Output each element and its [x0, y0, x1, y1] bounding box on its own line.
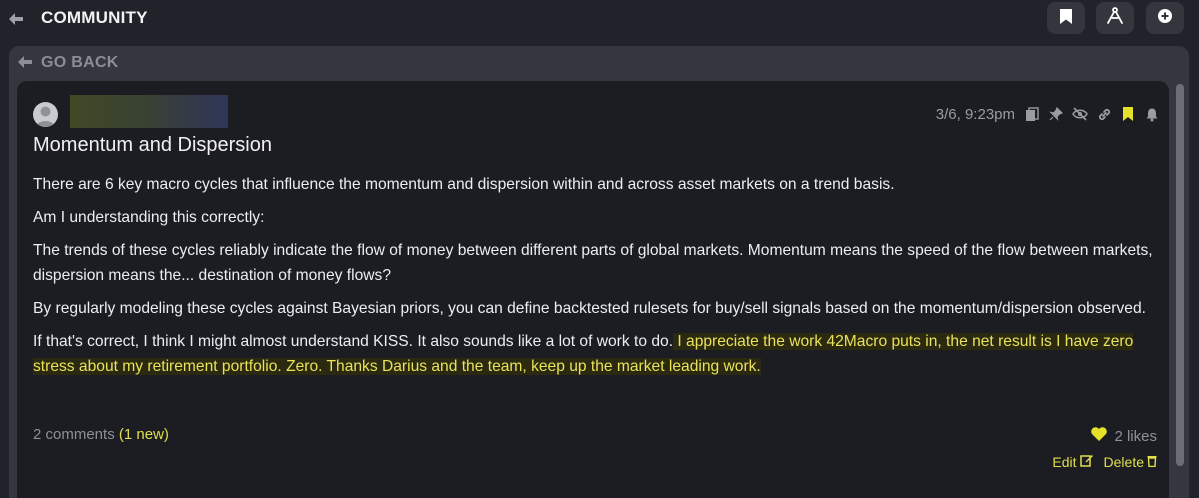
likes-count: 2 likes [1114, 427, 1157, 445]
link-icon[interactable] [1095, 105, 1113, 123]
post-timestamp: 3/6, 9:23pm [935, 105, 1015, 123]
new-post-button[interactable] [1146, 2, 1184, 34]
bookmark-icon [1059, 8, 1073, 29]
avatar[interactable] [33, 102, 58, 127]
compass-tool-icon [1106, 7, 1124, 29]
tools-button[interactable] [1096, 2, 1134, 34]
top-bar: COMMUNITY [0, 0, 1199, 38]
comments-new-badge: (1 new) [118, 426, 169, 443]
go-back-label: GO BACK [41, 54, 119, 71]
arrow-left-icon[interactable] [8, 11, 24, 25]
post-paragraph: The trends of these cycles reliably indi… [33, 242, 1153, 284]
post-text: If that's correct, I think I might almos… [33, 333, 674, 350]
post-paragraph-last: If that's correct, I think I might almos… [33, 329, 1153, 379]
edit-icon [1079, 453, 1094, 470]
bookmarks-button[interactable] [1047, 2, 1085, 34]
heart-icon [1090, 426, 1108, 446]
copy-icon[interactable] [1023, 105, 1041, 123]
hide-icon[interactable] [1071, 105, 1089, 123]
go-back-link[interactable]: GO BACK [17, 54, 119, 72]
page-title: COMMUNITY [41, 8, 148, 27]
comments-link[interactable]: 2 comments (1 new) [33, 426, 169, 443]
post-paragraph: Am I understanding this correctly: [33, 209, 265, 226]
bookmark-icon[interactable] [1119, 105, 1137, 123]
pin-icon[interactable] [1047, 105, 1065, 123]
bell-icon[interactable] [1143, 105, 1161, 123]
delete-button[interactable]: Delete [1104, 454, 1157, 470]
post-body: There are 6 key macro cycles that influe… [33, 172, 1153, 387]
plus-circle-icon [1157, 8, 1173, 28]
post-actions: Edit Delete [1052, 453, 1157, 470]
trash-icon [1147, 454, 1157, 470]
thread-panel: GO BACK 3/6, 9:23pm Momentum and Dispers… [9, 46, 1189, 498]
edit-label: Edit [1052, 453, 1077, 470]
comments-count: 2 comments [33, 426, 115, 443]
post-paragraph: By regularly modeling these cycles again… [33, 300, 1146, 317]
edit-button[interactable]: Edit [1052, 453, 1093, 470]
likes-button[interactable]: 2 likes [1090, 426, 1157, 446]
post-title: Momentum and Dispersion [33, 134, 272, 156]
delete-label: Delete [1103, 453, 1144, 470]
scrollbar[interactable] [1176, 84, 1184, 466]
post-card: 3/6, 9:23pm Momentum and Dispersion Ther [17, 81, 1169, 498]
author-name-redacted[interactable] [70, 95, 228, 128]
post-meta: 3/6, 9:23pm [936, 105, 1161, 123]
arrow-left-icon [17, 54, 33, 73]
post-paragraph: There are 6 key macro cycles that influe… [33, 176, 895, 193]
